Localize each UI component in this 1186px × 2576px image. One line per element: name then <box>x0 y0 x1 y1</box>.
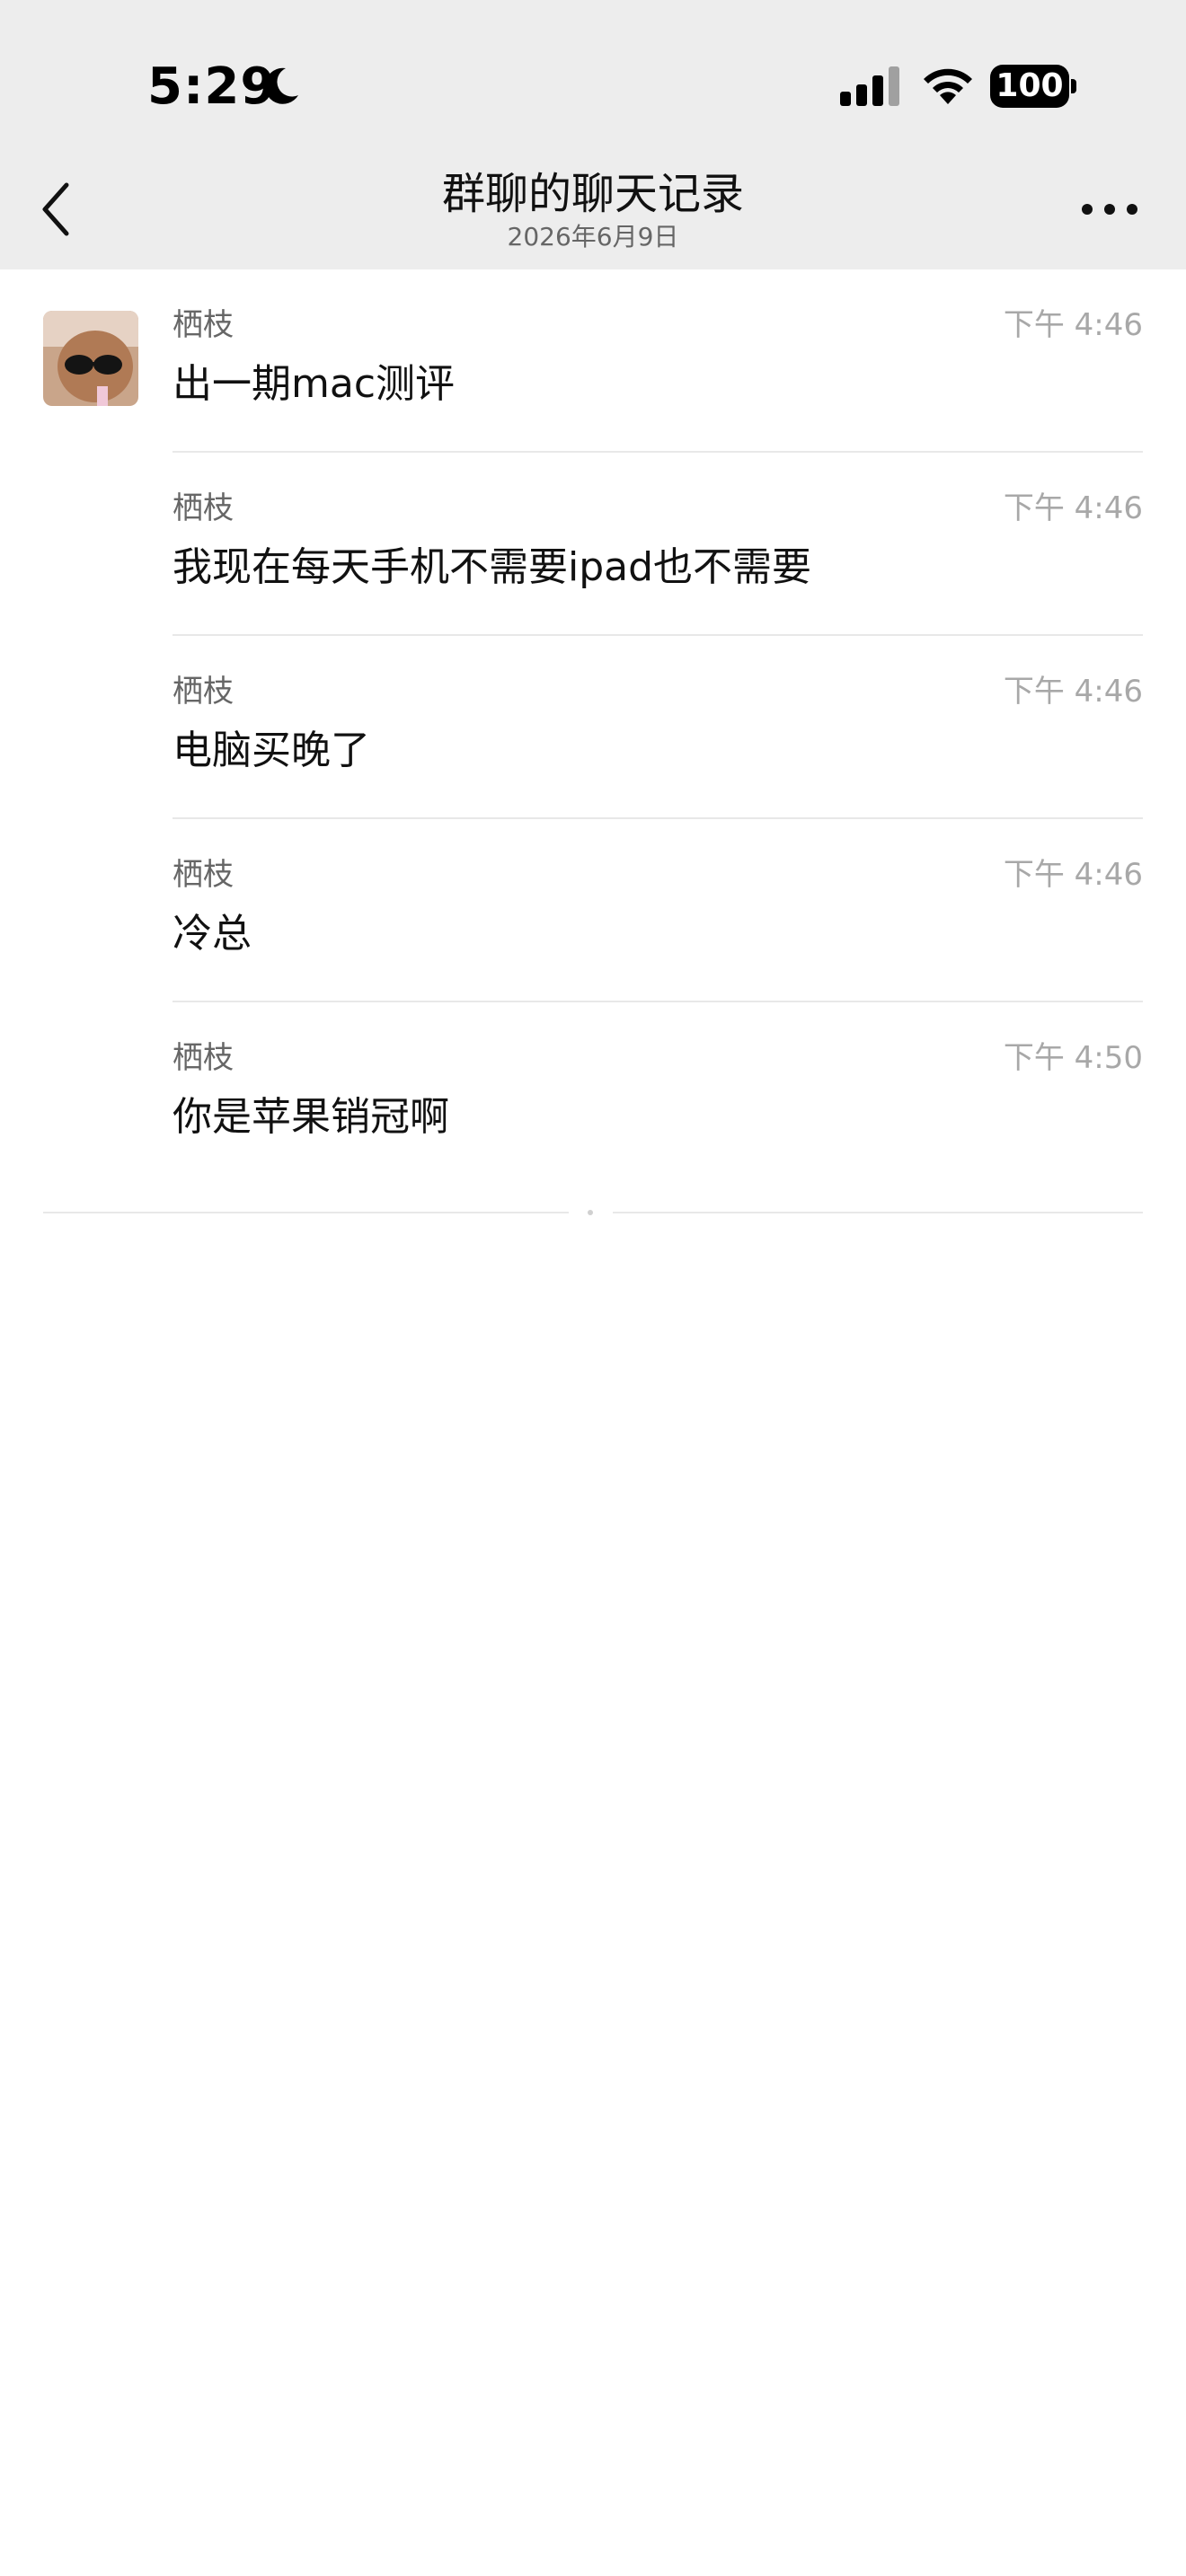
end-of-history-divider <box>43 1209 1143 1216</box>
message-time: 下午 4:46 <box>1003 307 1143 343</box>
page-subtitle-date: 2026年6月9日 <box>507 222 679 251</box>
message-list: 栖枝 下午 4:46 出一期mac测评 栖枝 下午 4:46 我现在每天手机不需… <box>0 269 1186 1186</box>
message-text: 出一期mac测评 <box>173 361 456 407</box>
message-time: 下午 4:46 <box>1003 674 1143 710</box>
more-dots-icon <box>1082 204 1137 215</box>
message-time: 下午 4:46 <box>1003 857 1143 893</box>
sender-name: 栖枝 <box>173 1040 234 1076</box>
avatar[interactable] <box>43 311 138 406</box>
more-button[interactable] <box>1078 196 1141 223</box>
chat-history-screen: 5:29 100 群聊的聊天记录 2026年6月9日 栖枝 下午 4:46 出一… <box>0 0 1186 2576</box>
battery-level: 100 <box>996 67 1064 104</box>
message-item[interactable]: 栖枝 下午 4:46 我现在每天手机不需要ipad也不需要 <box>0 453 1186 636</box>
message-item[interactable]: 栖枝 下午 4:50 你是苹果销冠啊 <box>0 1002 1186 1186</box>
sender-name: 栖枝 <box>173 490 234 526</box>
divider-line-left <box>43 1212 569 1213</box>
message-time: 下午 4:50 <box>1003 1040 1143 1076</box>
message-item[interactable]: 栖枝 下午 4:46 冷总 <box>0 819 1186 1002</box>
message-text: 你是苹果销冠啊 <box>173 1094 449 1140</box>
message-item[interactable]: 栖枝 下午 4:46 出一期mac测评 <box>0 269 1186 453</box>
message-text: 我现在每天手机不需要ipad也不需要 <box>173 544 812 590</box>
divider-line-right <box>613 1212 1143 1213</box>
divider-dot <box>588 1210 593 1215</box>
sender-name: 栖枝 <box>173 857 234 893</box>
page-title: 群聊的聊天记录 <box>441 169 744 219</box>
sender-name: 栖枝 <box>173 307 234 343</box>
back-button[interactable] <box>36 180 81 239</box>
avatar-image <box>43 311 138 406</box>
moon-icon <box>264 67 298 104</box>
battery-tip <box>1071 79 1076 93</box>
top-bar: 5:29 100 群聊的聊天记录 2026年6月9日 <box>0 0 1186 269</box>
chevron-left-icon <box>42 182 69 236</box>
battery-indicator: 100 <box>990 65 1076 108</box>
cellular-signal-icon <box>840 66 899 106</box>
message-time: 下午 4:46 <box>1003 490 1143 526</box>
message-item[interactable]: 栖枝 下午 4:46 电脑买晚了 <box>0 636 1186 819</box>
message-text: 冷总 <box>173 911 252 957</box>
wifi-icon <box>924 68 972 104</box>
sender-name: 栖枝 <box>173 674 234 710</box>
status-time: 5:29 <box>147 57 277 116</box>
message-text: 电脑买晚了 <box>173 728 370 773</box>
